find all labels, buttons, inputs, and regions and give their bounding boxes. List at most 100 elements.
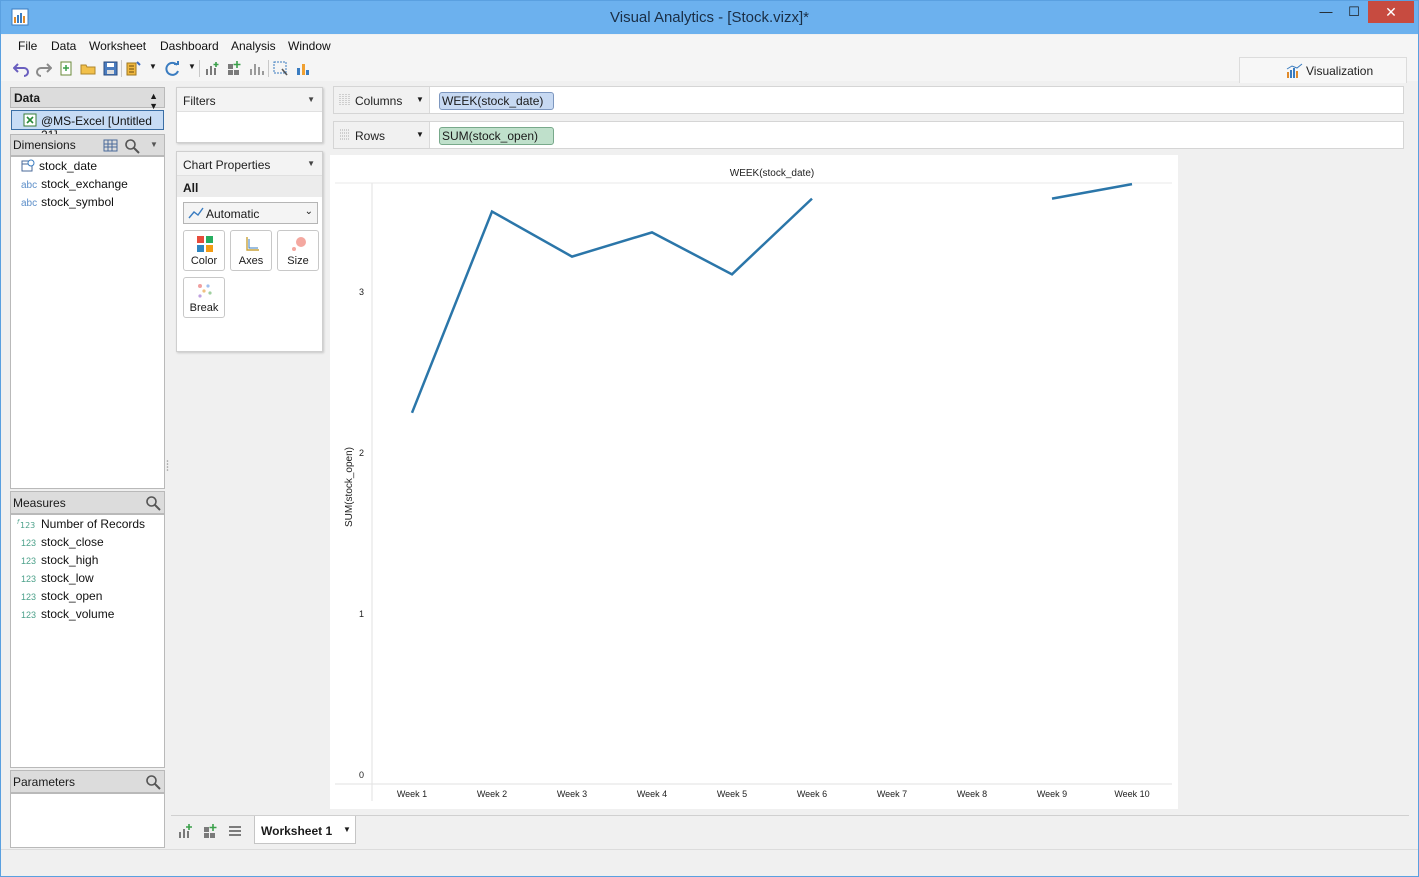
parameters-title: Parameters [13,775,76,789]
highlight-icon[interactable] [294,60,311,77]
search-icon[interactable] [145,495,161,511]
dimension-item-stock-symbol[interactable]: abc stock_symbol [21,195,114,209]
color-swatch-blue [197,245,204,252]
y-tick-label: 0 [359,770,364,780]
visualization-tab[interactable]: Visualization [1239,57,1407,83]
measure-label: stock_low [41,571,94,585]
excel-datasource-icon [23,113,37,127]
search-icon[interactable] [124,138,140,154]
menu-file[interactable]: File [18,39,37,53]
measure-item-stock-low[interactable]: 123 stock_low [21,571,94,585]
all-marks-bar[interactable] [177,176,322,197]
table-view-icon[interactable] [103,138,119,154]
title-bar[interactable]: Visual Analytics - [Stock.vizx]* — ☐ ✕ [1,1,1418,34]
refresh-dropdown-caret[interactable]: ▼ [188,62,196,71]
new-worksheet-icon[interactable] [177,823,193,839]
number-type-icon: 123 [21,574,37,584]
worksheet-tab[interactable]: Worksheet 1 ▼ [254,816,356,844]
measure-item-stock-high[interactable]: 123 stock_high [21,553,98,567]
app-window: Visual Analytics - [Stock.vizx]* — ☐ ✕ F… [0,0,1419,877]
sheet-tab-bar: Worksheet 1 ▼ [171,815,1409,845]
break-button-label: Break [189,302,219,314]
window-title: Visual Analytics - [Stock.vizx]* [610,9,809,26]
parameters-header: Parameters [10,770,165,793]
x-tick-label: Week 6 [797,789,827,799]
filters-panel[interactable]: Filters ▼ [176,87,323,143]
sheet-list-icon[interactable] [227,823,243,839]
color-button[interactable]: Color [183,230,225,271]
x-tick-label: Week 9 [1037,789,1067,799]
redo-icon[interactable] [35,60,52,77]
new-dashboard-icon[interactable] [226,60,243,77]
minimize-button[interactable]: — [1312,1,1340,23]
columns-shelf-header: Columns ▼ [334,87,430,113]
columns-shelf-label: Columns [355,94,403,108]
size-button[interactable]: Size [277,230,319,271]
undo-icon[interactable] [13,60,30,77]
dimensions-dropdown-caret[interactable]: ▼ [150,140,158,149]
sort-updown-icon[interactable]: ▲ ▼ [149,91,158,111]
new-dashboard-icon[interactable] [202,823,218,839]
columns-shelf[interactable]: Columns ▼ WEEK(stock_date) [333,86,1404,114]
break-icon [198,284,212,298]
columns-pill[interactable]: WEEK(stock_date) [439,92,554,110]
measures-header: Measures [10,491,165,514]
measure-item-stock-open[interactable]: 123 stock_open [21,589,102,603]
x-tick-label: Week 1 [397,789,427,799]
chart-icon[interactable] [248,60,265,77]
datasource-item[interactable]: @MS-Excel [Untitled 21] [11,110,164,142]
chart-area[interactable]: WEEK(stock_date) SUM(stock_open) 0 1 2 3 We… [330,155,1178,809]
color-button-label: Color [190,255,218,267]
axes-button[interactable]: Axes [230,230,272,271]
mark-type-label: Automatic [206,207,260,221]
new-icon[interactable] [58,60,75,77]
measure-item-number-of-records[interactable]: f 123 Number of Records [17,517,145,531]
menu-data[interactable]: Data [51,39,76,53]
lasso-icon[interactable] [272,60,289,77]
paint-icon[interactable] [125,60,142,77]
menu-worksheet[interactable]: Worksheet [89,39,146,53]
open-icon[interactable] [80,60,97,77]
measure-item-stock-volume[interactable]: 123 stock_volume [21,607,114,621]
columns-grip-icon [339,94,350,106]
break-button[interactable]: Break [183,277,225,318]
search-icon[interactable] [145,774,161,790]
data-panel-title: Data [14,91,41,105]
line-chart[interactable]: WEEK(stock_date) SUM(stock_open) 0 1 2 3 We… [330,155,1178,809]
menu-bar: File Data Worksheet Dashboard Analysis W… [1,35,1418,57]
new-sheet-icon[interactable] [204,60,221,77]
measure-item-stock-close[interactable]: 123 stock_close [21,535,104,549]
color-swatch-orange [206,245,213,252]
number-type-icon: 123 [21,610,37,620]
panel-splitter-handle[interactable] [166,459,169,473]
dimension-item-stock-date[interactable]: stock_date [21,159,97,173]
dimension-item-stock-exchange[interactable]: abc stock_exchange [21,177,128,191]
maximize-button[interactable]: ☐ [1340,1,1368,23]
measure-label: Number of Records [41,517,146,531]
series-line-segment[interactable] [410,197,813,414]
rows-shelf[interactable]: Rows ▼ SUM(stock_open) [333,121,1404,149]
chart-properties-dropdown-caret[interactable]: ▼ [307,159,315,168]
save-icon[interactable] [102,60,119,77]
filters-dropdown-caret[interactable]: ▼ [307,95,315,104]
columns-dropdown-caret[interactable]: ▼ [416,95,424,104]
y-axis-label: SUM(stock_open) [344,447,355,527]
y-tick-label: 2 [359,448,364,458]
rows-pill[interactable]: SUM(stock_open) [439,127,554,145]
paint-dropdown-caret[interactable]: ▼ [149,62,157,71]
menu-window[interactable]: Window [288,39,331,53]
y-tick-label: 3 [359,287,364,297]
data-panel-header: Data ▲ ▼ [10,87,165,111]
x-tick-label: Week 4 [637,789,667,799]
menu-analysis[interactable]: Analysis [231,39,276,53]
close-button[interactable]: ✕ [1368,1,1414,23]
worksheet-tab-caret[interactable]: ▼ [343,825,351,834]
menu-dashboard[interactable]: Dashboard [160,39,219,53]
refresh-icon[interactable] [164,60,181,77]
series-line-segment[interactable] [1051,182,1133,200]
x-tick-label: Week 3 [557,789,587,799]
mark-type-select[interactable]: Automatic ⌄ [183,202,318,224]
dimension-label: stock_date [39,159,98,173]
parameters-list [10,793,165,848]
rows-dropdown-caret[interactable]: ▼ [416,130,424,139]
